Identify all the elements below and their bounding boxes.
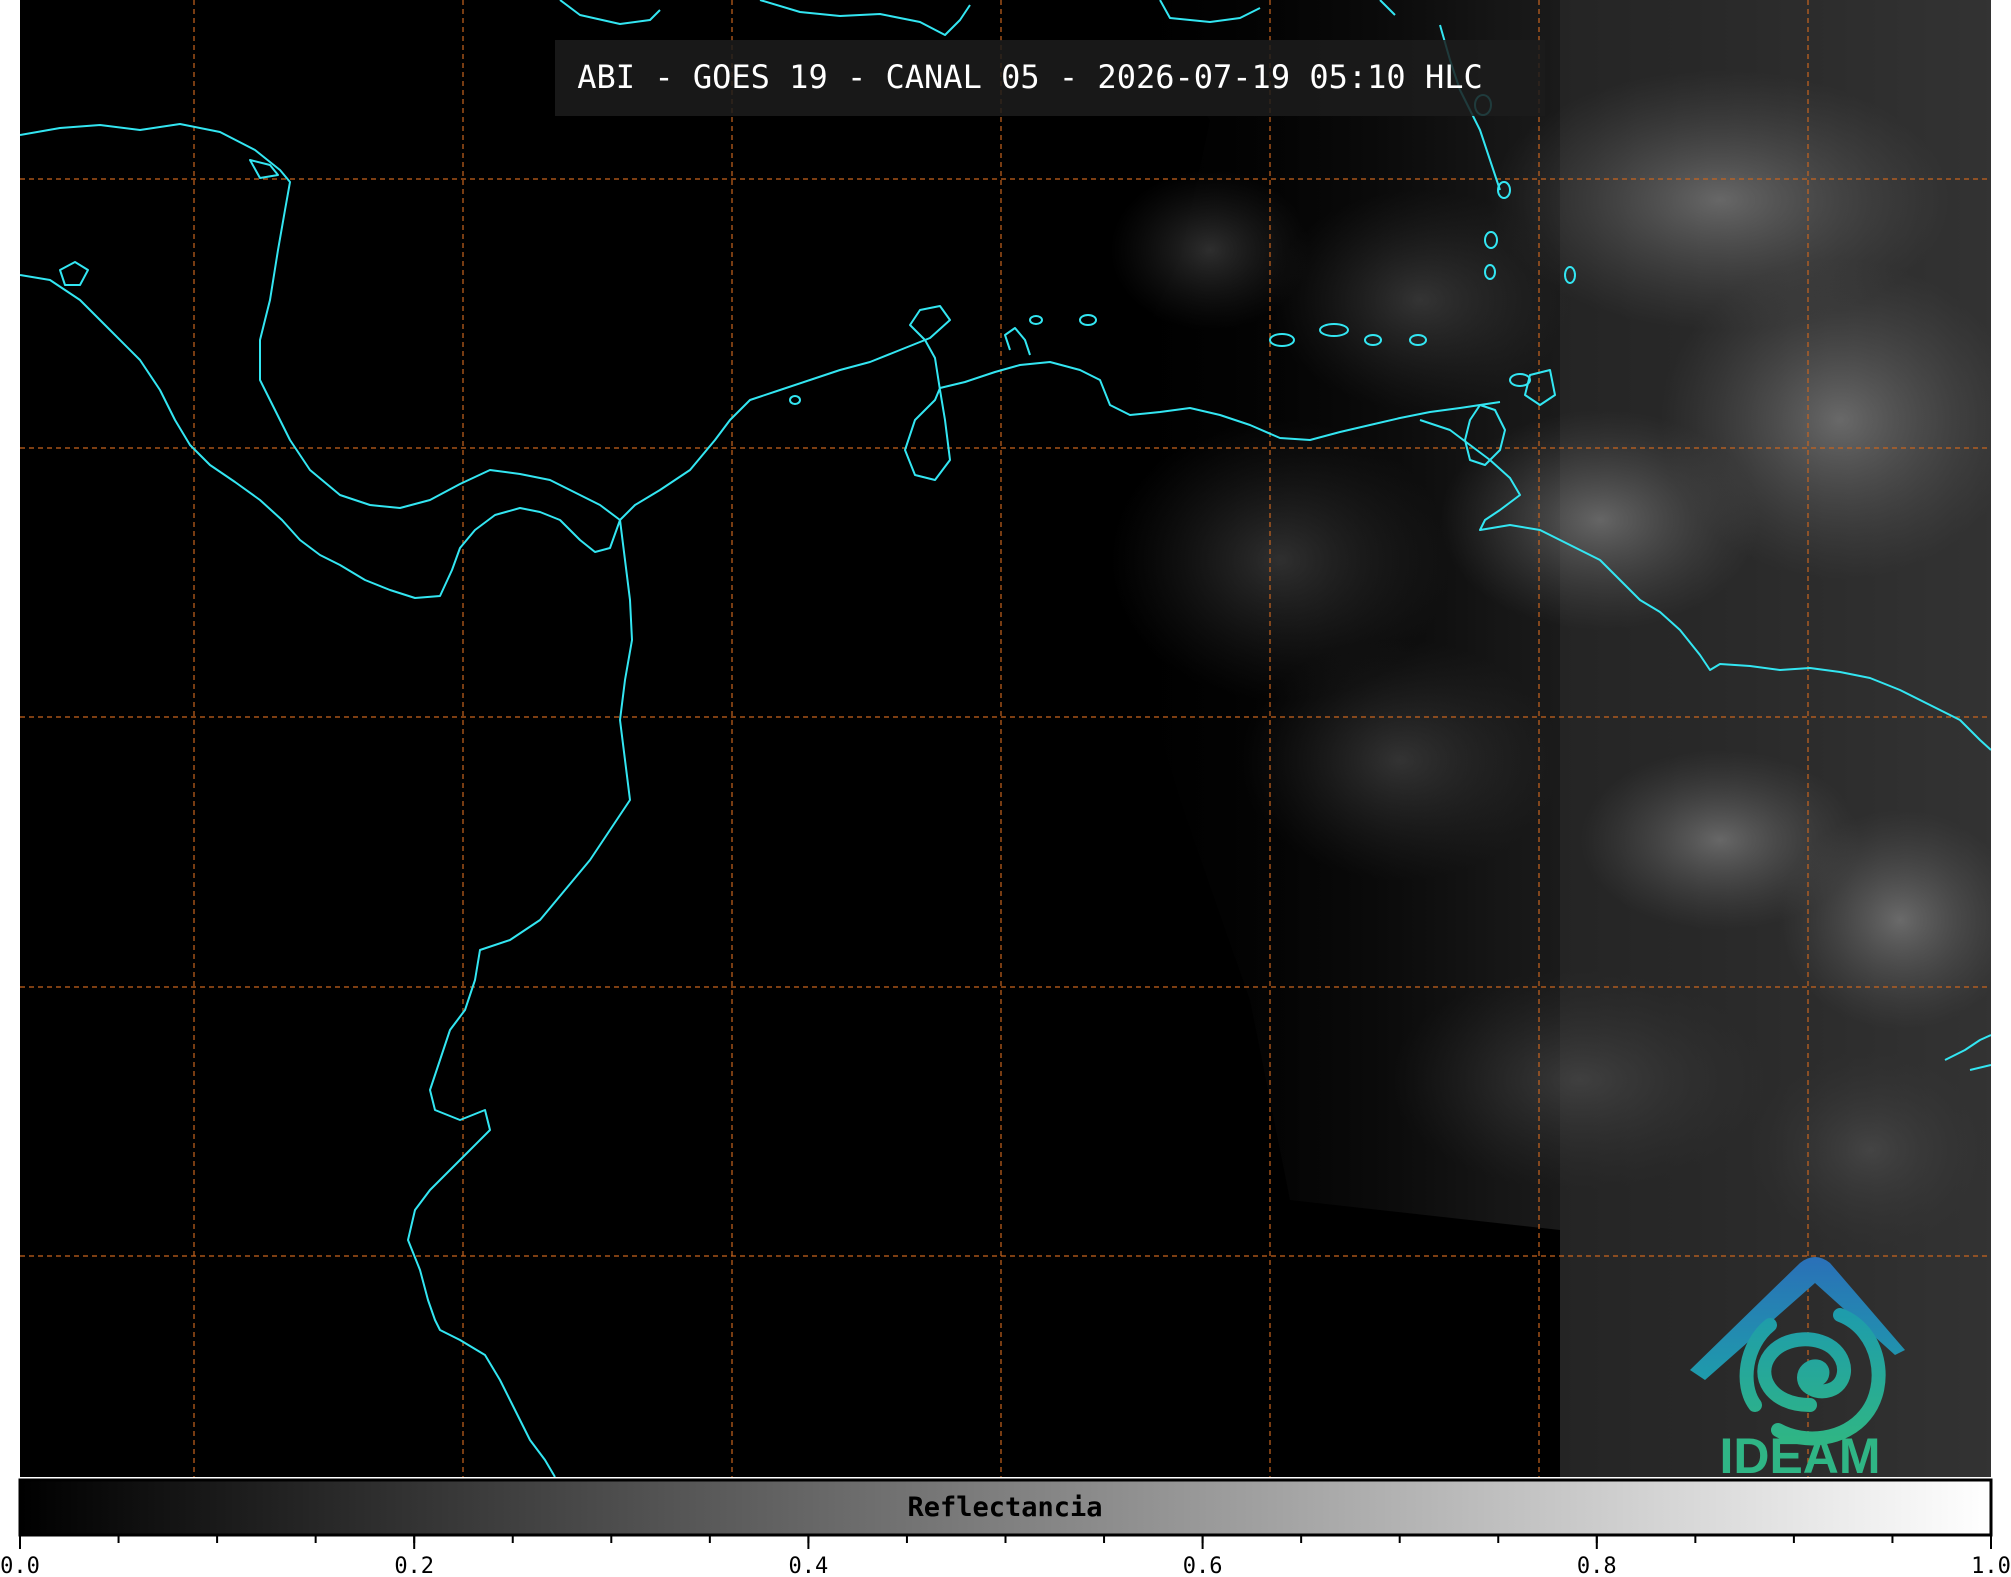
colorbar: Reflectancia 0.0 0.2 0.4 0.6 0.8 1.0: [0, 1478, 2011, 1577]
colorbar-tick-label: 0.8: [1577, 1554, 1617, 1577]
satellite-map: ABI - GOES 19 - CANAL 05 - 2026-07-19 05…: [20, 0, 1991, 1477]
title-box: ABI - GOES 19 - CANAL 05 - 2026-07-19 05…: [555, 40, 1545, 116]
map-title: ABI - GOES 19 - CANAL 05 - 2026-07-19 05…: [577, 58, 1482, 96]
colorbar-tick-labels: 0.0 0.2 0.4 0.6 0.8 1.0: [0, 1554, 2011, 1577]
colorbar-tick-label: 0.2: [394, 1554, 434, 1577]
colorbar-ticks: [19, 1535, 1992, 1549]
logo-text: IDEAM: [1719, 1428, 1880, 1477]
colorbar-label: Reflectancia: [907, 1492, 1102, 1523]
colorbar-tick-label: 0.6: [1183, 1554, 1223, 1577]
colorbar-tick-label: 1.0: [1971, 1554, 2011, 1577]
colorbar-tick-label: 0.4: [789, 1554, 829, 1577]
colorbar-tick-label: 0.0: [0, 1554, 40, 1577]
